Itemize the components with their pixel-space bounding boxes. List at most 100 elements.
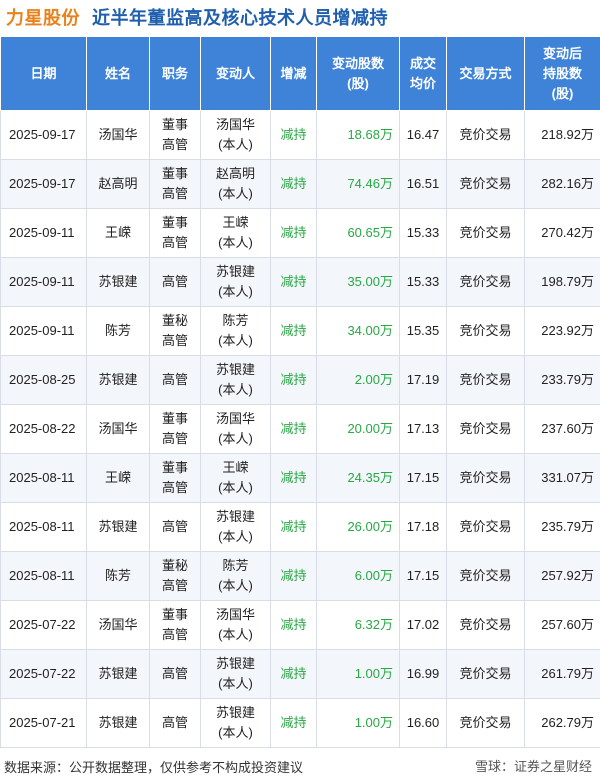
cell-type: 减持 (270, 404, 317, 454)
table-row: 2025-09-11 陈芳 董秘 高管 陈芳 (本人) 减持 34.00万 15.35 竞价交易 2… (0, 306, 600, 356)
cell-role: 高管 (149, 355, 201, 405)
cell-role: 董事 高管 (149, 110, 201, 160)
title-bar: 力星股份 近半年董监高及核心技术人员增减持 (0, 0, 600, 36)
cell-date: 2025-09-11 (0, 257, 87, 307)
cell-after: 270.42万 (524, 208, 600, 258)
cell-shares: 24.35万 (316, 453, 400, 503)
cell-type: 减持 (270, 110, 317, 160)
table-row: 2025-09-11 王嵘 董事 高管 王嵘 (本人) 减持 60.65万 15.33 竞价交易 2… (0, 208, 600, 258)
cell-name: 王嵘 (86, 208, 150, 258)
cell-shares: 34.00万 (316, 306, 400, 356)
cell-price: 16.99 (399, 649, 447, 699)
cell-date: 2025-07-22 (0, 649, 87, 699)
cell-price: 15.33 (399, 257, 447, 307)
col-shares: 变动股数 (股) (316, 36, 400, 111)
cell-shares: 6.00万 (316, 551, 400, 601)
cell-shares: 6.32万 (316, 600, 400, 650)
cell-after: 257.60万 (524, 600, 600, 650)
cell-date: 2025-08-25 (0, 355, 87, 405)
cell-method: 竞价交易 (446, 355, 525, 405)
cell-price: 16.47 (399, 110, 447, 160)
cell-type: 减持 (270, 208, 317, 258)
cell-person: 王嵘 (本人) (200, 208, 271, 258)
col-date: 日期 (0, 36, 87, 111)
cell-after: 198.79万 (524, 257, 600, 307)
cell-price: 15.35 (399, 306, 447, 356)
cell-name: 汤国华 (86, 404, 150, 454)
cell-price: 17.02 (399, 600, 447, 650)
cell-person: 汤国华 (本人) (200, 404, 271, 454)
table-row: 2025-08-11 王嵘 董事 高管 王嵘 (本人) 减持 24.35万 17.15 竞价交易 3… (0, 453, 600, 503)
cell-method: 竞价交易 (446, 404, 525, 454)
cell-price: 17.19 (399, 355, 447, 405)
cell-shares: 35.00万 (316, 257, 400, 307)
cell-shares: 74.46万 (316, 159, 400, 209)
col-method: 交易方式 (446, 36, 525, 111)
cell-after: 237.60万 (524, 404, 600, 454)
cell-method: 竞价交易 (446, 306, 525, 356)
cell-person: 汤国华 (本人) (200, 110, 271, 160)
cell-type: 减持 (270, 502, 317, 552)
cell-date: 2025-09-11 (0, 208, 87, 258)
cell-method: 竞价交易 (446, 257, 525, 307)
footer: 数据来源：公开数据整理，仅供参考不构成投资建议 雪球：证券之星财经 (0, 752, 600, 777)
cell-name: 苏银建 (86, 502, 150, 552)
cell-shares: 1.00万 (316, 698, 400, 748)
cell-role: 高管 (149, 502, 201, 552)
cell-shares: 18.68万 (316, 110, 400, 160)
table-row: 2025-08-11 陈芳 董秘 高管 陈芳 (本人) 减持 6.00万 17.15 竞价交易 25… (0, 551, 600, 601)
cell-name: 汤国华 (86, 110, 150, 160)
cell-person: 汤国华 (本人) (200, 600, 271, 650)
table-row: 2025-08-22 汤国华 董事 高管 汤国华 (本人) 减持 20.00万 17.13 竞价交… (0, 404, 600, 454)
cell-method: 竞价交易 (446, 649, 525, 699)
cell-date: 2025-08-11 (0, 502, 87, 552)
cell-method: 竞价交易 (446, 600, 525, 650)
cell-price: 16.60 (399, 698, 447, 748)
cell-person: 赵高明 (本人) (200, 159, 271, 209)
cell-role: 董事 高管 (149, 159, 201, 209)
cell-person: 苏银建 (本人) (200, 698, 271, 748)
cell-person: 王嵘 (本人) (200, 453, 271, 503)
cell-after: 261.79万 (524, 649, 600, 699)
cell-role: 董事 高管 (149, 453, 201, 503)
cell-name: 王嵘 (86, 453, 150, 503)
table-row: 2025-08-25 苏银建 高管 苏银建 (本人) 减持 2.00万 17.19 竞价交易 23… (0, 355, 600, 405)
table-row: 2025-08-11 苏银建 高管 苏银建 (本人) 减持 26.00万 17.18 竞价交易 2… (0, 502, 600, 552)
cell-type: 减持 (270, 453, 317, 503)
cell-role: 高管 (149, 649, 201, 699)
cell-person: 苏银建 (本人) (200, 257, 271, 307)
table-row: 2025-07-21 苏银建 高管 苏银建 (本人) 减持 1.00万 16.60 竞价交易 26… (0, 698, 600, 748)
cell-shares: 2.00万 (316, 355, 400, 405)
cell-after: 235.79万 (524, 502, 600, 552)
cell-method: 竞价交易 (446, 502, 525, 552)
cell-date: 2025-08-11 (0, 551, 87, 601)
cell-name: 苏银建 (86, 698, 150, 748)
cell-role: 董事 高管 (149, 208, 201, 258)
cell-type: 减持 (270, 698, 317, 748)
cell-name: 苏银建 (86, 649, 150, 699)
cell-price: 17.15 (399, 551, 447, 601)
cell-role: 董事 高管 (149, 404, 201, 454)
col-role: 职务 (149, 36, 201, 111)
col-price: 成交 均价 (399, 36, 447, 111)
cell-name: 苏银建 (86, 257, 150, 307)
cell-date: 2025-08-11 (0, 453, 87, 503)
cell-date: 2025-09-17 (0, 110, 87, 160)
cell-name: 赵高明 (86, 159, 150, 209)
cell-date: 2025-07-21 (0, 698, 87, 748)
col-person: 变动人 (200, 36, 271, 111)
insider-trading-table: 日期 姓名 职务 变动人 增减 变动股数 (股) 成交 均价 交易方式 变动后 持股数… (0, 36, 600, 748)
cell-type: 减持 (270, 306, 317, 356)
cell-price: 17.13 (399, 404, 447, 454)
cell-after: 218.92万 (524, 110, 600, 160)
table-row: 2025-09-17 汤国华 董事 高管 汤国华 (本人) 减持 18.68万 16.47 竞价交… (0, 110, 600, 160)
col-name: 姓名 (86, 36, 150, 111)
cell-type: 减持 (270, 649, 317, 699)
cell-method: 竞价交易 (446, 110, 525, 160)
cell-role: 董事 高管 (149, 600, 201, 650)
cell-role: 高管 (149, 257, 201, 307)
cell-after: 233.79万 (524, 355, 600, 405)
cell-name: 陈芳 (86, 551, 150, 601)
cell-role: 董秘 高管 (149, 306, 201, 356)
company-name: 力星股份 (6, 8, 80, 28)
